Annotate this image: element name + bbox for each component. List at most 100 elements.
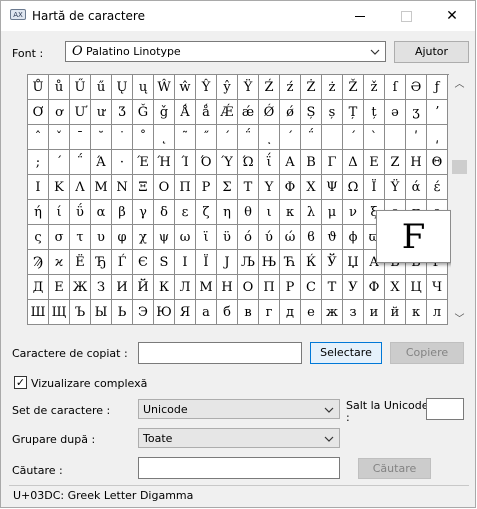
character-cell[interactable]: Ə (406, 75, 427, 100)
character-cell[interactable]: ϕ (343, 225, 364, 250)
character-cell[interactable]: ζ (196, 200, 217, 225)
character-cell[interactable]: Ǻ (175, 100, 196, 125)
character-cell[interactable]: Х (385, 275, 406, 300)
character-cell[interactable]: Н (217, 275, 238, 300)
character-cell[interactable]: ι (259, 200, 280, 225)
character-cell[interactable]: Έ (133, 150, 154, 175)
character-cell[interactable]: ώ (280, 225, 301, 250)
character-cell[interactable]: ʼ (427, 100, 448, 125)
character-cell[interactable]: Ё (70, 250, 91, 275)
character-cell[interactable]: д (280, 300, 301, 325)
character-cell[interactable]: ͺ (259, 125, 280, 150)
character-cell[interactable]: έ (427, 175, 448, 200)
character-cell[interactable]: ș (322, 100, 343, 125)
character-cell[interactable]: Д (28, 275, 49, 300)
character-cell[interactable]: П (259, 275, 280, 300)
character-cell[interactable]: Ф (364, 275, 385, 300)
character-cell[interactable]: ΰ (70, 200, 91, 225)
character-cell[interactable]: φ (112, 225, 133, 250)
character-cell[interactable]: І (175, 250, 196, 275)
help-button[interactable]: Ajutor (394, 41, 469, 63)
character-cell[interactable]: Σ (217, 175, 238, 200)
character-cell[interactable]: Ŷ (196, 75, 217, 100)
character-cell[interactable]: Μ (91, 175, 112, 200)
character-cell[interactable]: Ț (343, 100, 364, 125)
goto-unicode-input[interactable] (426, 398, 464, 420)
character-cell[interactable]: М (196, 275, 217, 300)
character-cell[interactable]: О (238, 275, 259, 300)
character-cell[interactable]: Κ (49, 175, 70, 200)
character-cell[interactable]: ŷ (217, 75, 238, 100)
character-cell[interactable]: ˘ (91, 125, 112, 150)
character-cell[interactable]: Е (49, 275, 70, 300)
character-cell[interactable]: ν (343, 200, 364, 225)
character-cell[interactable]: ư (91, 100, 112, 125)
character-cell[interactable]: ΅ (301, 125, 322, 150)
character-cell[interactable]: Э (133, 300, 154, 325)
character-cell[interactable]: Ž (343, 75, 364, 100)
character-cell[interactable]: ǻ (196, 100, 217, 125)
character-cell[interactable]: Θ (427, 150, 448, 175)
character-cell[interactable]: ˋ (364, 125, 385, 150)
character-cell[interactable]: Φ (280, 175, 301, 200)
maximize-button[interactable] (383, 1, 429, 31)
search-button[interactable]: Căutare (358, 458, 431, 479)
character-cell[interactable]: г (259, 300, 280, 325)
character-cell[interactable]: ϊ (196, 225, 217, 250)
character-cell[interactable]: Џ (343, 250, 364, 275)
character-cell[interactable]: Ш (28, 300, 49, 325)
character-cell[interactable]: ț (364, 100, 385, 125)
character-cell[interactable]: Ч (427, 275, 448, 300)
character-cell[interactable]: ǧ (154, 100, 175, 125)
character-cell[interactable]: η (217, 200, 238, 225)
character-cell[interactable]: ˜ (175, 125, 196, 150)
charset-select[interactable]: Unicode (138, 399, 340, 419)
character-cell[interactable]: ʹ (406, 125, 427, 150)
character-cell[interactable]: κ (280, 200, 301, 225)
character-cell[interactable]: ˛ (154, 125, 175, 150)
character-cell[interactable]: ſ (385, 75, 406, 100)
character-cell[interactable]: Τ (238, 175, 259, 200)
character-cell[interactable]: Ș (301, 100, 322, 125)
character-cell[interactable]: ΄ (280, 125, 301, 150)
character-cell[interactable]: · (112, 150, 133, 175)
character-cell[interactable]: Ό (196, 150, 217, 175)
copy-button[interactable]: Copiere (390, 342, 464, 364)
character-cell[interactable]: Ѓ (112, 250, 133, 275)
character-cell[interactable]: ϰ (49, 250, 70, 275)
character-cell[interactable]: Ǧ (133, 100, 154, 125)
character-cell[interactable]: Ά (91, 150, 112, 175)
character-cell[interactable]: ű (91, 75, 112, 100)
character-cell[interactable]: ΅ (238, 125, 259, 150)
character-cell[interactable]: ψ (154, 225, 175, 250)
character-cell[interactable]: ǽ (238, 100, 259, 125)
character-cell[interactable]: Ќ (301, 250, 322, 275)
character-cell[interactable]: Α (280, 150, 301, 175)
copy-characters-input[interactable] (138, 342, 302, 364)
character-cell[interactable]: Ʒ (112, 100, 133, 125)
character-cell[interactable]: Ż (301, 75, 322, 100)
character-cell[interactable]: Ж (70, 275, 91, 300)
character-cell[interactable]: Я (175, 300, 196, 325)
character-cell[interactable]: Π (175, 175, 196, 200)
character-cell[interactable]: ž (364, 75, 385, 100)
character-cell[interactable]: ύ (259, 225, 280, 250)
character-cell[interactable]: К (154, 275, 175, 300)
character-cell[interactable]: Ŵ (154, 75, 175, 100)
character-cell[interactable]: Є (133, 250, 154, 275)
character-cell[interactable]: Ї (196, 250, 217, 275)
character-cell[interactable]: Ơ (28, 100, 49, 125)
character-cell[interactable]: Ư (70, 100, 91, 125)
character-cell[interactable]: Ε (364, 150, 385, 175)
title-bar[interactable]: AX Hartă de caractere ✕ (1, 1, 475, 31)
character-cell[interactable]: ŵ (175, 75, 196, 100)
character-cell[interactable]: ϋ (217, 225, 238, 250)
character-cell[interactable]: ˙ (112, 125, 133, 150)
character-cell[interactable]: ό (238, 225, 259, 250)
character-cell[interactable]: Щ (49, 300, 70, 325)
character-cell[interactable]: Ρ (196, 175, 217, 200)
character-cell[interactable]: ; (28, 150, 49, 175)
character-cell[interactable]: е (301, 300, 322, 325)
character-cell[interactable]: в (238, 300, 259, 325)
character-cell[interactable]: и (364, 300, 385, 325)
